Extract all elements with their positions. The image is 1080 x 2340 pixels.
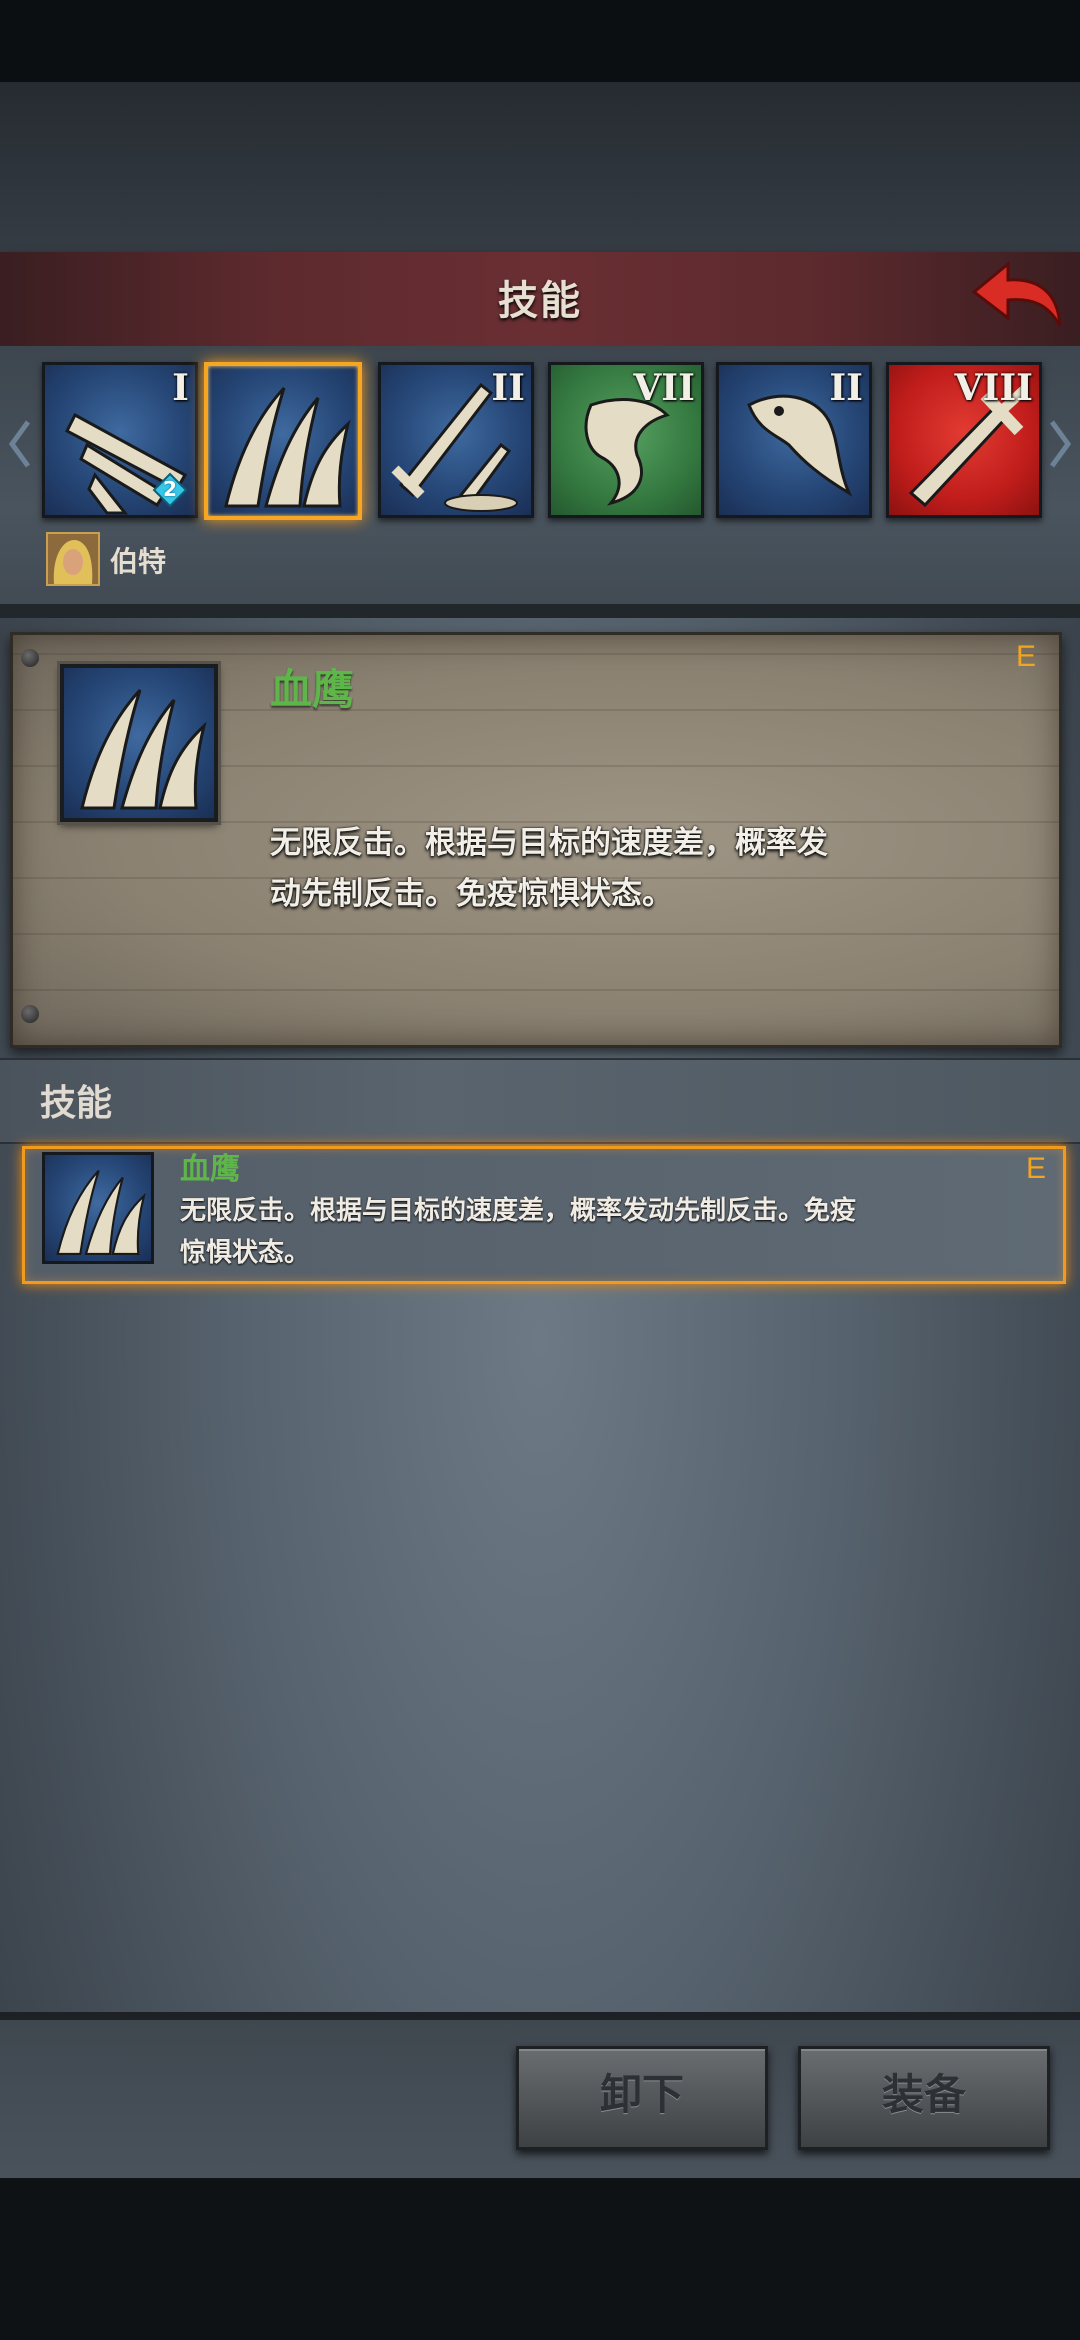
section-header [0, 1058, 1080, 1144]
list-skill-grade: E [1026, 1152, 1047, 1185]
detail-grade: E [1016, 640, 1037, 673]
skill-level-numeral: VIII [954, 367, 1033, 409]
hero-avatar [46, 532, 100, 586]
equip-button[interactable]: 装备 [798, 2046, 1050, 2150]
section-title: 技能 [40, 1083, 113, 1124]
list-description-line: 无限反击。根据与目标的速度差，概率发动先制反击。免疫 [180, 1196, 857, 1226]
skill-slot-6[interactable]: VIII [886, 362, 1042, 518]
gem-badge: 2 [152, 472, 188, 508]
blood-eagle-claw-icon [56, 1169, 146, 1255]
blood-eagle-claw-icon [80, 688, 207, 810]
unequip-label: 卸下 [599, 2070, 684, 2119]
back-arrow-button[interactable] [968, 256, 1064, 336]
list-skill-description: 无限反击。根据与目标的速度差，概率发动先制反击。免疫 惊惧状态。 [180, 1190, 910, 1274]
divider [0, 604, 1080, 618]
hero-portrait-icon [48, 534, 98, 584]
skill-level-numeral: II [829, 367, 863, 409]
detail-description-line: 无限反击。根据与目标的速度差，概率发 [270, 825, 828, 861]
back-arrow-icon [971, 260, 1062, 327]
detail-description-line: 动先制反击。免疫惊惧状态。 [270, 876, 673, 912]
detail-skill-name: 血鹰 [270, 665, 355, 714]
list-skill-name: 血鹰 [180, 1152, 240, 1187]
skill-slot-4[interactable]: VII [548, 362, 704, 518]
rivet-icon [21, 649, 39, 667]
list-skill-icon [42, 1152, 154, 1264]
hero-name: 伯特 [110, 545, 167, 578]
scroll-left-icon[interactable] [8, 418, 32, 470]
list-description-line: 惊惧状态。 [180, 1238, 311, 1268]
scroll-right-icon[interactable] [1048, 418, 1072, 470]
skill-level-numeral: I [172, 367, 189, 409]
gem-count: 2 [163, 477, 177, 501]
rivet-icon [21, 1005, 39, 1023]
detail-skill-icon [60, 664, 218, 822]
top-dark-band [0, 82, 1080, 252]
detail-description: 无限反击。根据与目标的速度差，概率发 动先制反击。免疫惊惧状态。 [270, 818, 890, 920]
skill-slot-2[interactable] [204, 362, 362, 520]
skill-slot-3[interactable]: II [378, 362, 534, 518]
skill-level-numeral: II [491, 367, 525, 409]
skill-slot-5[interactable]: II [716, 362, 872, 518]
skill-level-numeral: VII [633, 367, 695, 409]
equip-label: 装备 [881, 2070, 966, 2119]
blood-eagle-claw-icon [224, 386, 351, 508]
unequip-button[interactable]: 卸下 [516, 2046, 768, 2150]
page-title: 技能 [498, 278, 582, 324]
bottom-dark-band [0, 2178, 1080, 2340]
